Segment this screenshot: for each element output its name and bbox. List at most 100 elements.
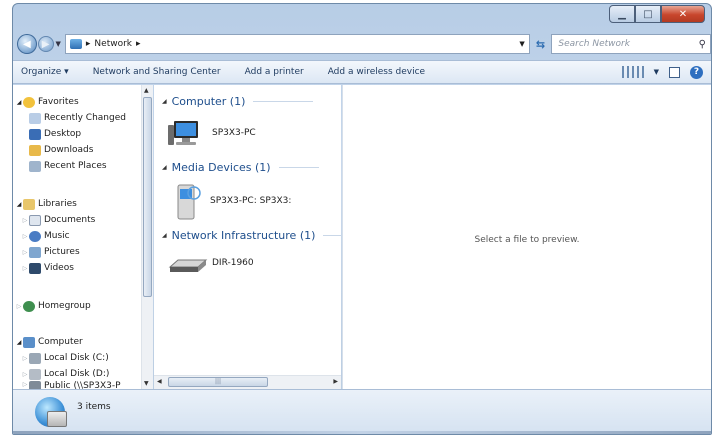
minimize-button[interactable]: ▁ bbox=[609, 5, 635, 23]
group-divider bbox=[323, 235, 344, 236]
collapse-triangle-icon[interactable]: ▷ bbox=[15, 303, 23, 310]
router-icon bbox=[168, 259, 208, 272]
nav-documents[interactable]: ▷ Documents bbox=[21, 213, 95, 227]
window-controls: ▁ □ ✕ bbox=[609, 5, 705, 23]
search-input[interactable]: Search Network ⚲ bbox=[551, 34, 711, 54]
explorer-window: ▁ □ ✕ ◀ ▶ ▼ ▸ Network ▸ ▼ ⇆ Search Netwo… bbox=[12, 3, 712, 435]
collapse-triangle-icon[interactable]: ▷ bbox=[21, 381, 29, 388]
network-sharing-center-button[interactable]: Network and Sharing Center bbox=[93, 67, 221, 77]
close-button[interactable]: ✕ bbox=[661, 5, 705, 23]
collapse-triangle-icon[interactable]: ▷ bbox=[21, 265, 29, 272]
forward-button[interactable]: ▶ bbox=[37, 36, 54, 52]
organize-button[interactable]: Organize ▾ bbox=[21, 67, 69, 77]
list-item[interactable]: DIR-1960 bbox=[168, 255, 254, 277]
expand-triangle-icon[interactable]: ◢ bbox=[15, 201, 23, 208]
group-header-computer[interactable]: ◢ Computer (1) bbox=[162, 95, 314, 108]
scroll-up-icon[interactable]: ▲ bbox=[144, 87, 149, 94]
nav-homegroup[interactable]: ▷ Homegroup bbox=[15, 299, 91, 313]
music-icon bbox=[29, 230, 41, 242]
desktop-icon bbox=[29, 128, 41, 140]
nav-pane-scrollbar[interactable]: ▲ ▼ bbox=[141, 85, 153, 389]
nav-computer[interactable]: ◢ Computer bbox=[15, 335, 83, 349]
collapse-triangle-icon[interactable]: ▷ bbox=[21, 355, 29, 362]
group-divider bbox=[278, 167, 319, 168]
navigation-pane: ◢ Favorites Recently Changed Desktop Dow… bbox=[13, 85, 153, 389]
nav-recently-changed[interactable]: Recently Changed bbox=[29, 111, 126, 125]
nav-pictures[interactable]: ▷ Pictures bbox=[21, 245, 80, 259]
back-arrow-icon: ◀ bbox=[23, 38, 31, 50]
change-view-icon[interactable] bbox=[621, 66, 644, 78]
collapse-triangle-icon[interactable]: ▷ bbox=[21, 233, 29, 240]
nav-favorites-label: Favorites bbox=[38, 97, 79, 107]
nav-item-label: Recently Changed bbox=[44, 113, 126, 123]
documents-icon bbox=[29, 214, 41, 226]
nav-local-disk-c[interactable]: ▷ Local Disk (C:) bbox=[21, 351, 109, 365]
scroll-down-icon[interactable]: ▼ bbox=[144, 380, 149, 387]
nav-item-label: Pictures bbox=[44, 247, 80, 257]
group-header-media-devices[interactable]: ◢ Media Devices (1) bbox=[162, 161, 319, 174]
scrollbar-thumb[interactable]: ||| bbox=[168, 377, 268, 387]
nav-favorites[interactable]: ◢ Favorites bbox=[15, 95, 79, 109]
libraries-icon bbox=[23, 198, 35, 210]
collapse-triangle-icon[interactable]: ▷ bbox=[21, 249, 29, 256]
command-bar: Organize ▾ Network and Sharing Center Ad… bbox=[13, 60, 711, 84]
drive-icon bbox=[29, 368, 41, 380]
add-wireless-device-button[interactable]: Add a wireless device bbox=[328, 67, 425, 77]
list-item[interactable]: SP3X3-PC: SP3X3: bbox=[174, 181, 291, 221]
breadcrumb-network[interactable]: Network bbox=[94, 39, 132, 49]
file-list-scrollbar[interactable]: ◀ ||| ▶ bbox=[154, 375, 341, 389]
nav-item-label: Documents bbox=[44, 215, 96, 225]
collapse-triangle-icon[interactable]: ▷ bbox=[21, 217, 29, 224]
search-placeholder: Search Network bbox=[558, 39, 630, 49]
nav-downloads[interactable]: Downloads bbox=[29, 143, 93, 157]
help-icon[interactable]: ? bbox=[690, 65, 703, 79]
nav-item-label: Music bbox=[44, 231, 70, 241]
search-icon[interactable]: ⚲ bbox=[699, 39, 706, 50]
address-bar[interactable]: ▸ Network ▸ ▼ bbox=[64, 34, 530, 54]
title-bar[interactable]: ▁ □ ✕ bbox=[13, 4, 711, 30]
recent-pages-dropdown[interactable]: ▼ bbox=[56, 40, 61, 48]
expand-triangle-icon[interactable]: ◢ bbox=[15, 99, 23, 106]
nav-item-label: Recent Places bbox=[44, 161, 107, 171]
view-dropdown-icon[interactable]: ▼ bbox=[654, 68, 659, 76]
collapse-triangle-icon[interactable]: ▷ bbox=[21, 371, 29, 378]
scroll-right-icon[interactable]: ▶ bbox=[333, 378, 338, 385]
back-button[interactable]: ◀ bbox=[17, 34, 37, 54]
group-header-label: Network Infrastructure (1) bbox=[171, 229, 316, 242]
scrollbar-thumb[interactable] bbox=[143, 97, 152, 297]
nav-libraries[interactable]: ◢ Libraries bbox=[15, 197, 77, 211]
group-header-network-infrastructure[interactable]: ◢ Network Infrastructure (1) bbox=[162, 229, 344, 242]
nav-recent-places[interactable]: Recent Places bbox=[29, 159, 107, 173]
recent-places-icon bbox=[29, 160, 41, 172]
expand-triangle-icon[interactable]: ◢ bbox=[15, 339, 23, 346]
scroll-left-icon[interactable]: ◀ bbox=[157, 378, 162, 385]
preview-pane-toggle-icon[interactable] bbox=[669, 66, 680, 78]
nav-public-share[interactable]: ▷ Public (\\SP3X3-P bbox=[21, 381, 121, 389]
breadcrumb-separator[interactable]: ▸ bbox=[136, 39, 141, 49]
nav-videos[interactable]: ▷ Videos bbox=[21, 261, 74, 275]
item-count: 3 items bbox=[77, 402, 111, 412]
media-device-icon bbox=[177, 184, 201, 220]
nav-desktop[interactable]: Desktop bbox=[29, 127, 81, 141]
address-dropdown-icon[interactable]: ▼ bbox=[519, 40, 524, 48]
add-printer-button[interactable]: Add a printer bbox=[245, 67, 304, 77]
refresh-button[interactable]: ⇆ bbox=[530, 34, 552, 54]
forward-arrow-icon: ▶ bbox=[41, 38, 50, 50]
nav-music[interactable]: ▷ Music bbox=[21, 229, 70, 243]
view-controls: ▼ ? bbox=[621, 65, 703, 79]
nav-item-label: Videos bbox=[44, 263, 74, 273]
address-row: ◀ ▶ ▼ ▸ Network ▸ ▼ ⇆ Search Network ⚲ bbox=[13, 32, 711, 56]
item-label: SP3X3-PC: SP3X3: bbox=[210, 196, 292, 206]
computer-icon bbox=[168, 121, 198, 145]
group-collapse-icon[interactable]: ◢ bbox=[162, 98, 167, 105]
refresh-icon: ⇆ bbox=[535, 37, 546, 51]
nav-computer-label: Computer bbox=[38, 337, 83, 347]
breadcrumb-root-arrow[interactable]: ▸ bbox=[86, 39, 91, 49]
nav-local-disk-d[interactable]: ▷ Local Disk (D:) bbox=[21, 367, 109, 381]
maximize-button[interactable]: □ bbox=[635, 5, 661, 23]
star-icon bbox=[23, 96, 35, 108]
list-item[interactable]: SP3X3-PC bbox=[168, 119, 256, 147]
homegroup-icon bbox=[23, 300, 35, 312]
group-collapse-icon[interactable]: ◢ bbox=[162, 232, 167, 239]
group-collapse-icon[interactable]: ◢ bbox=[162, 164, 167, 171]
